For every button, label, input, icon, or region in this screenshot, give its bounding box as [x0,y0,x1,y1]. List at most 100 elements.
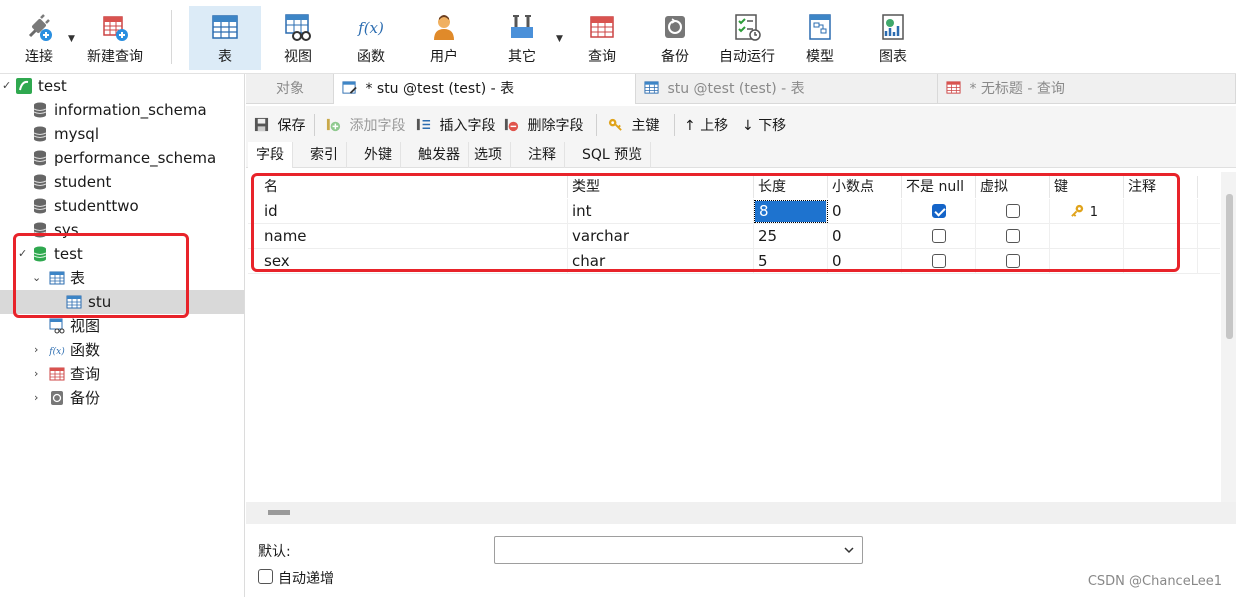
column-header-not-null[interactable]: 不是 null [902,176,976,198]
tab-query-untitled[interactable]: * 无标题 - 查询 [938,74,1236,104]
virtual-checkbox[interactable] [1006,204,1020,218]
field-type-cell[interactable]: varchar [568,224,754,249]
subtab-indexes[interactable]: 索引 [302,142,347,168]
chart-button[interactable]: 图表 [863,6,923,70]
other-dropdown-icon[interactable]: ▼ [556,34,563,44]
table-row[interactable]: id int 8 0 1 [248,199,1220,224]
field-name-cell[interactable]: sex [260,249,568,274]
nav-database-mysql[interactable]: mysql [0,122,244,146]
auto-increment-checkbox[interactable] [258,569,273,584]
field-decimals-cell[interactable]: 0 [828,224,902,249]
vertical-scrollbar[interactable] [1221,172,1236,502]
nav-group-views[interactable]: 视图 [0,314,244,338]
field-comment-cell[interactable] [1124,199,1198,224]
field-type-cell[interactable]: char [568,249,754,274]
virtual-checkbox[interactable] [1006,229,1020,243]
collapse-arrow-icon[interactable]: ✓ [2,74,11,98]
subtab-foreign-keys[interactable]: 外键 [356,142,401,168]
column-header-length[interactable]: 长度 [754,176,828,198]
subtab-triggers[interactable]: 触发器 [410,142,469,168]
field-key-cell[interactable] [1050,249,1124,274]
table-row[interactable]: sex char 5 0 [248,249,1220,274]
nav-database-performance-schema[interactable]: performance_schema [0,146,244,170]
chevron-down-icon[interactable]: ⌄ [32,266,41,290]
column-header-comment[interactable]: 注释 [1124,176,1198,198]
collapse-arrow-icon[interactable]: ✓ [18,242,27,266]
nav-group-backups[interactable]: › 备份 [0,386,244,410]
field-not-null-cell[interactable] [902,199,976,224]
not-null-checkbox[interactable] [932,254,946,268]
model-button[interactable]: 模型 [790,6,850,70]
field-key-cell[interactable]: 1 [1050,199,1124,224]
subtab-fields[interactable]: 字段 [248,142,293,168]
subtab-comments[interactable]: 注释 [520,142,565,168]
move-up-button[interactable]: ↑ 上移 [684,115,728,135]
view-button[interactable]: 视图 [268,6,328,70]
scrollbar-thumb[interactable] [1226,194,1233,339]
database-icon [33,102,47,118]
primary-key-button[interactable]: 主键 [608,115,659,135]
new-query-button[interactable]: 新建查询 [82,6,148,70]
subtab-options[interactable]: 选项 [466,142,511,168]
field-not-null-cell[interactable] [902,249,976,274]
column-header-key[interactable]: 键 [1050,176,1124,198]
nav-database-studenttwo[interactable]: studenttwo [0,194,244,218]
delete-field-button[interactable]: 删除字段 [504,115,583,135]
chevron-right-icon[interactable]: › [34,362,38,386]
subtab-sql-preview[interactable]: SQL 预览 [574,142,652,168]
nav-group-queries[interactable]: › 查询 [0,362,244,386]
field-length-cell[interactable]: 25 [754,224,828,249]
query-button[interactable]: 查询 [572,6,632,70]
field-name-cell[interactable]: id [260,199,568,224]
connect-dropdown-icon[interactable]: ▼ [68,34,75,44]
field-length-cell[interactable]: 8 [754,200,828,223]
connect-button[interactable]: 连接 [14,6,64,70]
not-null-checkbox[interactable] [932,229,946,243]
nav-group-functions[interactable]: › f(x) 函数 [0,338,244,362]
nav-database-sys[interactable]: sys [0,218,244,242]
nav-group-tables[interactable]: ⌄ 表 [0,266,244,290]
field-comment-cell[interactable] [1124,249,1198,274]
insert-field-button[interactable]: 插入字段 [416,115,495,135]
virtual-checkbox[interactable] [1006,254,1020,268]
field-name-cell[interactable]: name [260,224,568,249]
other-button[interactable]: 其它 [492,6,552,70]
add-field-button[interactable]: 添加字段 [326,115,405,135]
nav-database-information-schema[interactable]: information_schema [0,98,244,122]
chevron-right-icon[interactable]: › [34,386,38,410]
save-button[interactable]: 保存 [254,115,305,135]
nav-table-stu[interactable]: stu [0,290,244,314]
column-header-decimals[interactable]: 小数点 [828,176,902,198]
nav-database-student[interactable]: student [0,170,244,194]
default-value-select[interactable] [494,536,863,564]
tab-table-data[interactable]: stu @test (test) - 表 [636,74,938,104]
field-comment-cell[interactable] [1124,224,1198,249]
column-header-name[interactable]: 名 [260,176,568,198]
function-button[interactable]: f(x) 函数 [341,6,401,70]
backup-button[interactable]: 备份 [645,6,705,70]
nav-connection-test[interactable]: ✓ test [0,74,244,98]
splitter-grip-icon[interactable] [268,510,290,515]
splitter-bar[interactable] [246,502,1236,524]
nav-database-test[interactable]: ✓ test [0,242,244,266]
table-row[interactable]: name varchar 25 0 [248,224,1220,249]
field-virtual-cell[interactable] [976,249,1050,274]
field-virtual-cell[interactable] [976,199,1050,224]
auto-run-button[interactable]: 自动运行 [714,6,780,70]
field-key-cell[interactable] [1050,224,1124,249]
column-header-virtual[interactable]: 虚拟 [976,176,1050,198]
table-button[interactable]: 表 [189,6,261,70]
user-button[interactable]: 用户 [414,6,474,70]
tab-table-design[interactable]: * stu @test (test) - 表 [334,74,636,104]
move-down-button[interactable]: ↓ 下移 [742,115,786,135]
field-decimals-cell[interactable]: 0 [828,249,902,274]
field-type-cell[interactable]: int [568,199,754,224]
column-header-type[interactable]: 类型 [568,176,754,198]
chevron-right-icon[interactable]: › [34,338,38,362]
field-virtual-cell[interactable] [976,224,1050,249]
field-not-null-cell[interactable] [902,224,976,249]
tab-objects[interactable]: 对象 [246,74,334,104]
not-null-checkbox[interactable] [932,204,946,218]
field-length-cell[interactable]: 5 [754,249,828,274]
field-decimals-cell[interactable]: 0 [828,199,902,224]
